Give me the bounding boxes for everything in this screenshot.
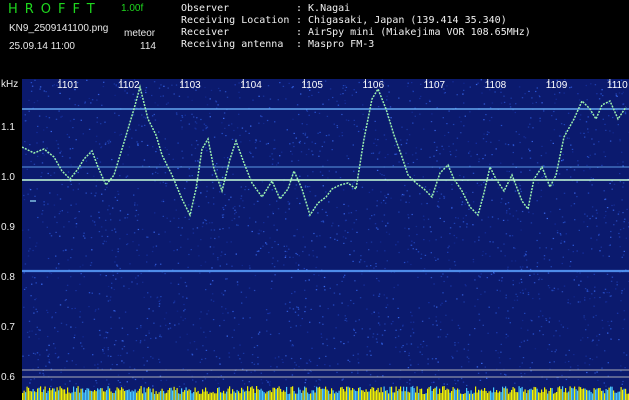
spectrogram xyxy=(22,79,629,400)
x-tick-label: 1108 xyxy=(484,80,507,91)
x-tick-label: 1102 xyxy=(118,80,140,91)
app-brand: HROFFT xyxy=(8,2,102,17)
y-tick-label: 0.7 xyxy=(1,322,15,333)
file-name: KN9_2509141100.png xyxy=(9,23,109,34)
detection-count: 114 xyxy=(140,41,156,52)
app-version: 1.00f xyxy=(121,3,144,14)
x-tick-label: 1110 xyxy=(606,80,628,91)
receiver-value: : AirSpy mini (Miakejima VOR 108.65MHz) xyxy=(296,27,531,38)
date-time: 25.09.14 11:00 xyxy=(9,41,75,52)
location-value: : Chigasaki, Japan (139.414 35.340) xyxy=(296,15,507,26)
y-unit-label: kHz xyxy=(1,79,19,90)
x-tick-label: 1103 xyxy=(179,80,201,91)
antenna-label: Receiving antenna xyxy=(181,39,284,50)
x-tick-label: 1104 xyxy=(240,80,262,91)
x-tick-label: 1109 xyxy=(545,80,568,91)
x-tick-label: 1101 xyxy=(57,80,79,91)
x-tick-label: 1106 xyxy=(362,80,385,91)
x-tick-label: 1107 xyxy=(423,80,446,91)
y-tick-label: 0.6 xyxy=(1,372,15,383)
y-tick-label: 1.0 xyxy=(1,172,15,183)
observer-label: Observer xyxy=(181,3,230,14)
receiver-label: Receiver xyxy=(181,27,230,38)
mode-label: meteor xyxy=(124,28,156,39)
spectrogram-background xyxy=(22,79,629,400)
y-tick-label: 1.1 xyxy=(1,122,15,133)
x-tick-label: 1105 xyxy=(301,80,323,91)
antenna-value: : Maspro FM-3 xyxy=(296,39,375,50)
y-tick-label: 0.8 xyxy=(1,272,15,283)
y-tick-label: 0.9 xyxy=(1,222,15,233)
observer-value: : K.Nagai xyxy=(296,3,351,14)
info-header: HROFFT 1.00f KN9_2509141100.png meteor 2… xyxy=(0,0,629,76)
location-label: Receiving Location xyxy=(181,15,290,26)
